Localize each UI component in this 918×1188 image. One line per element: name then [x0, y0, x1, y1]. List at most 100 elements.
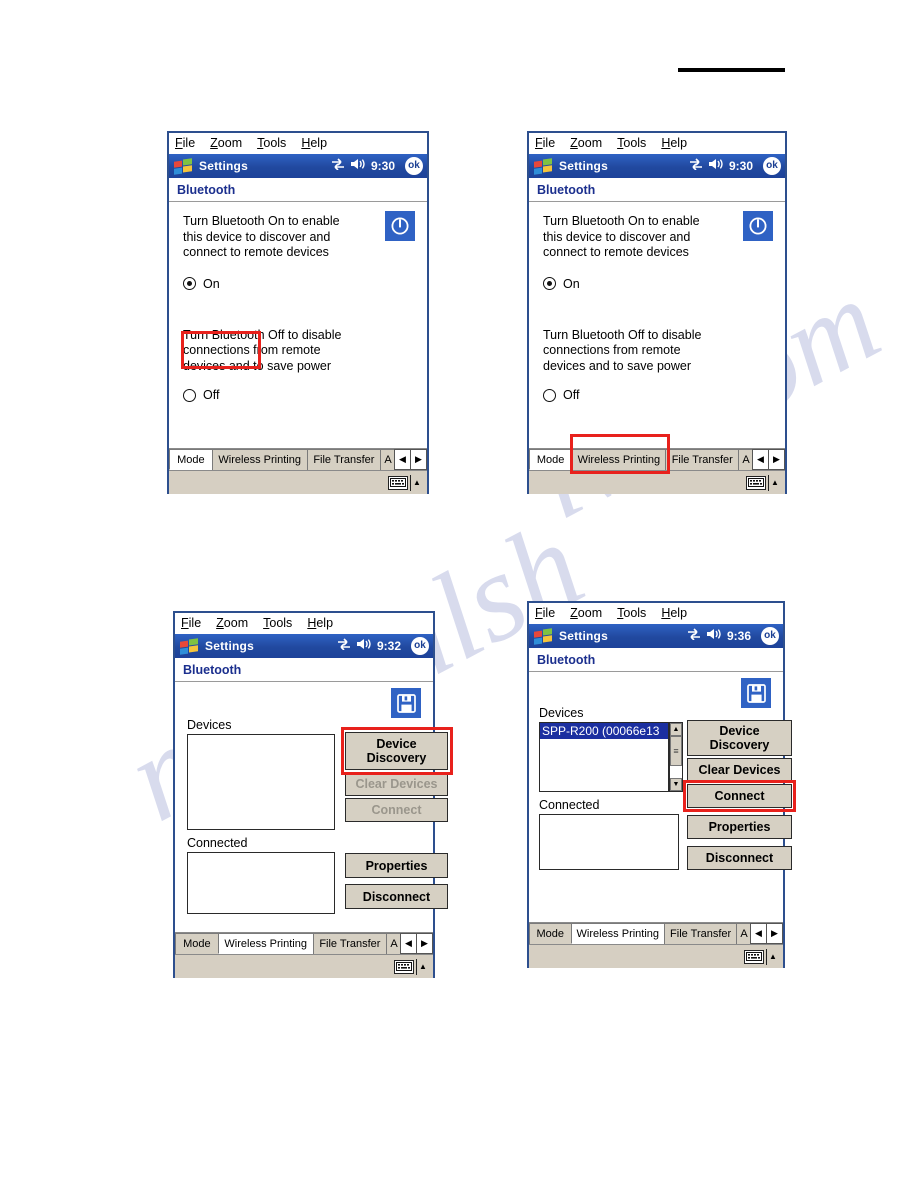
list-item[interactable]: SPP-R200 (00066e13	[540, 723, 668, 739]
volume-icon[interactable]	[356, 637, 371, 655]
connectivity-icon[interactable]	[687, 627, 701, 645]
ok-button[interactable]: ok	[763, 157, 781, 175]
panel-body: Devices Device Discovery Clear Devices C…	[175, 682, 453, 978]
ok-button[interactable]: ok	[761, 627, 779, 645]
scroll-track[interactable]: ≡	[670, 736, 682, 778]
ok-button[interactable]: ok	[405, 157, 423, 175]
clear-devices-button[interactable]: Clear Devices	[687, 758, 792, 782]
tab-mode[interactable]: Mode	[529, 923, 572, 944]
tab-strip: Mode Wireless Printing File Transfer A ◀…	[175, 932, 433, 954]
tab-mode[interactable]: Mode	[529, 449, 573, 470]
scroll-down-icon[interactable]: ▼	[670, 778, 682, 791]
scroll-up-icon[interactable]: ▲	[670, 723, 682, 736]
clear-devices-button: Clear Devices	[345, 772, 448, 796]
connected-listbox[interactable]	[187, 852, 335, 914]
properties-button[interactable]: Properties	[345, 853, 448, 878]
menu-item-file[interactable]: File	[181, 617, 201, 630]
tab-wireless-printing-label: Wireless Printing	[577, 454, 661, 466]
radio-off-indicator[interactable]	[543, 388, 556, 402]
tab-prev-icon[interactable]: ◀	[394, 449, 411, 470]
sip-expand-icon[interactable]: ▲	[410, 474, 423, 491]
windows-flag-icon	[178, 637, 200, 656]
tab-wireless-printing[interactable]: Wireless Printing	[571, 449, 667, 470]
tab-file-transfer-label: File Transfer	[671, 454, 733, 466]
tab-next-icon[interactable]: ▶	[766, 923, 783, 944]
menu-item-file[interactable]: File	[175, 137, 195, 150]
ok-button[interactable]: ok	[411, 637, 429, 655]
keyboard-icon[interactable]	[746, 475, 766, 490]
connectivity-icon[interactable]	[689, 157, 703, 175]
tab-file-transfer[interactable]: File Transfer	[664, 923, 738, 944]
menu-item-tools[interactable]: Tools	[617, 607, 646, 620]
radio-off-label: Off	[563, 388, 580, 402]
tab-file-transfer[interactable]: File Transfer	[665, 449, 740, 470]
volume-icon[interactable]	[706, 627, 721, 645]
disconnect-button[interactable]: Disconnect	[687, 846, 792, 870]
volume-icon[interactable]	[350, 157, 365, 175]
keyboard-icon[interactable]	[394, 959, 414, 974]
radio-on-indicator[interactable]	[183, 277, 196, 290]
menu-item-tools[interactable]: Tools	[257, 137, 286, 150]
connectivity-icon[interactable]	[337, 637, 351, 655]
sip-expand-icon[interactable]: ▲	[416, 958, 429, 975]
tab-wireless-printing[interactable]: Wireless Printing	[211, 449, 308, 470]
menu-item-help[interactable]: Help	[661, 137, 687, 150]
title-bar-status-icons: 9:30	[689, 157, 757, 175]
keyboard-icon[interactable]	[388, 475, 408, 490]
device-discovery-button[interactable]: Device Discovery	[687, 720, 792, 756]
menu-item-zoom[interactable]: Zoom	[210, 137, 242, 150]
connected-listbox[interactable]	[539, 814, 679, 870]
connect-button: Connect	[345, 798, 448, 822]
sip-bar: ▲	[529, 470, 785, 494]
radio-on-row[interactable]: On	[529, 277, 785, 291]
tab-file-transfer[interactable]: File Transfer	[312, 933, 388, 954]
disconnect-button[interactable]: Disconnect	[345, 884, 448, 909]
menu-item-help[interactable]: Help	[661, 607, 687, 620]
tab-prev-icon[interactable]: ◀	[750, 923, 767, 944]
devices-scrollbar[interactable]: ▲ ≡ ▼	[669, 722, 683, 792]
scroll-thumb[interactable]: ≡	[670, 736, 682, 766]
tab-mode[interactable]: Mode	[169, 449, 213, 470]
menu-item-tools[interactable]: Tools	[617, 137, 646, 150]
tab-wireless-printing-label: Wireless Printing	[224, 937, 307, 950]
printer-icon[interactable]	[741, 678, 771, 708]
tab-mode[interactable]: Mode	[175, 933, 219, 954]
device-discovery-button[interactable]: Device Discovery	[345, 732, 448, 770]
menu-item-help[interactable]: Help	[301, 137, 327, 150]
sip-expand-icon[interactable]: ▲	[768, 474, 781, 491]
radio-off-row[interactable]: Off	[529, 388, 785, 402]
keyboard-icon[interactable]	[744, 949, 764, 964]
tab-wireless-printing[interactable]: Wireless Printing	[217, 933, 314, 954]
connectivity-icon[interactable]	[331, 157, 345, 175]
devices-listbox[interactable]: SPP-R200 (00066e13	[539, 722, 669, 792]
radio-on-label: On	[203, 276, 220, 291]
tab-prev-icon[interactable]: ◀	[752, 449, 769, 470]
tab-wireless-printing[interactable]: Wireless Printing	[570, 923, 666, 944]
menu-item-zoom[interactable]: Zoom	[570, 137, 602, 150]
tab-next-icon[interactable]: ▶	[768, 449, 785, 470]
properties-button[interactable]: Properties	[687, 815, 792, 839]
devices-listbox[interactable]	[187, 734, 335, 830]
menu-item-tools[interactable]: Tools	[263, 617, 292, 630]
tab-file-transfer[interactable]: File Transfer	[306, 449, 382, 470]
printer-icon[interactable]	[391, 688, 421, 718]
tab-audio-label: A	[384, 454, 392, 466]
connect-button[interactable]: Connect	[687, 784, 792, 808]
volume-icon[interactable]	[708, 157, 723, 175]
menu-item-zoom[interactable]: Zoom	[570, 607, 602, 620]
power-icon[interactable]	[743, 211, 773, 241]
radio-on-row[interactable]: On	[169, 277, 427, 291]
radio-off-row[interactable]: Off	[169, 388, 427, 402]
radio-off-indicator[interactable]	[183, 388, 196, 402]
tab-next-icon[interactable]: ▶	[416, 933, 433, 954]
sip-expand-icon[interactable]: ▲	[766, 948, 779, 965]
power-icon[interactable]	[385, 211, 415, 241]
radio-on-indicator[interactable]	[543, 277, 556, 290]
menu-item-file[interactable]: File	[535, 607, 555, 620]
menu-item-zoom[interactable]: Zoom	[216, 617, 248, 630]
menu-item-help[interactable]: Help	[307, 617, 333, 630]
tab-prev-icon[interactable]: ◀	[400, 933, 417, 954]
radio-on-label: On	[563, 276, 580, 291]
menu-item-file[interactable]: File	[535, 137, 555, 150]
tab-next-icon[interactable]: ▶	[410, 449, 427, 470]
